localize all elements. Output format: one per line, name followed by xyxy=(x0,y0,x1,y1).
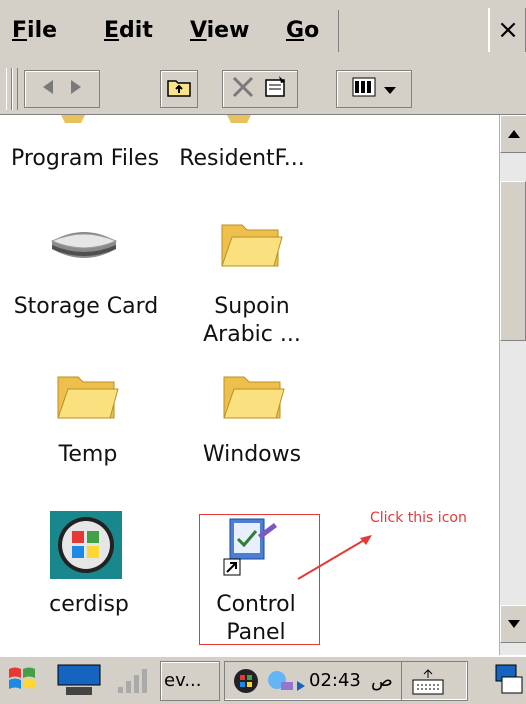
annotation-text: Click this icon xyxy=(370,510,467,526)
forward-icon[interactable] xyxy=(67,78,85,100)
view-menu-button[interactable] xyxy=(336,70,412,108)
clock-time[interactable]: 02:43 xyxy=(309,662,361,700)
view-list-icon xyxy=(352,77,376,101)
scroll-up-icon xyxy=(508,130,520,138)
delete-properties-group xyxy=(222,70,298,108)
scroll-down-icon xyxy=(508,620,520,628)
folder-icon[interactable] xyxy=(220,367,288,423)
annotation-arrow xyxy=(297,535,372,580)
connectivity-icon[interactable] xyxy=(265,668,295,698)
menu-go[interactable]: Go xyxy=(286,18,319,43)
scroll-up-button[interactable] xyxy=(500,115,526,153)
scroll-down-button[interactable] xyxy=(500,605,526,643)
item-windows-label[interactable]: Windows xyxy=(192,441,312,469)
taskbar: ev... 02:43 ص xyxy=(0,655,526,704)
clock-ampm: ص xyxy=(371,670,393,691)
menu-edit[interactable]: Edit xyxy=(104,18,153,43)
network-globe-icon[interactable] xyxy=(231,666,261,700)
delete-icon[interactable] xyxy=(231,75,255,103)
properties-icon[interactable] xyxy=(263,74,289,104)
menu-file[interactable]: File xyxy=(12,18,57,43)
folder-icon xyxy=(227,115,251,123)
item-supoin-arabic-label[interactable]: Supoin Arabic ... xyxy=(192,293,312,349)
close-button[interactable]: × xyxy=(488,8,526,52)
chevron-down-icon xyxy=(384,80,396,99)
folder-icon xyxy=(61,115,85,123)
tray-divider xyxy=(401,662,402,700)
system-tray: 02:43 ص xyxy=(224,661,468,701)
menu-divider xyxy=(338,10,339,52)
menu-bar: File Edit View Go × xyxy=(0,0,526,63)
back-forward-group xyxy=(24,70,100,108)
folder-icon[interactable] xyxy=(218,215,286,271)
windows-flag-icon xyxy=(9,667,35,689)
vertical-scrollbar[interactable] xyxy=(499,115,526,655)
desktop-icon[interactable] xyxy=(56,663,106,701)
signal-strength-icon xyxy=(116,665,152,699)
item-cerdisp-label[interactable]: cerdisp xyxy=(26,591,152,619)
toolbar xyxy=(0,62,526,115)
back-icon[interactable] xyxy=(39,78,57,100)
cerdisp-icon[interactable] xyxy=(50,511,122,579)
tray-arrow-icon xyxy=(297,676,305,695)
taskbar-window-button[interactable]: ev... xyxy=(160,661,220,701)
item-storage-card-label[interactable]: Storage Card xyxy=(0,293,172,321)
keyboard-icon[interactable] xyxy=(411,666,445,700)
window-switch-icon[interactable] xyxy=(494,663,524,701)
storage-card-icon[interactable] xyxy=(46,223,122,263)
folder-icon[interactable] xyxy=(54,367,122,423)
start-button[interactable] xyxy=(6,663,40,699)
item-temp-label[interactable]: Temp xyxy=(30,441,146,469)
toolbar-grip[interactable] xyxy=(12,68,18,110)
scroll-thumb[interactable] xyxy=(500,181,526,341)
up-folder-icon xyxy=(166,76,192,102)
menu-view[interactable]: View xyxy=(190,18,249,43)
up-folder-button[interactable] xyxy=(160,70,198,108)
item-residentf-label[interactable]: ResidentF... xyxy=(172,145,312,173)
item-program-files-label[interactable]: Program Files xyxy=(0,145,170,173)
